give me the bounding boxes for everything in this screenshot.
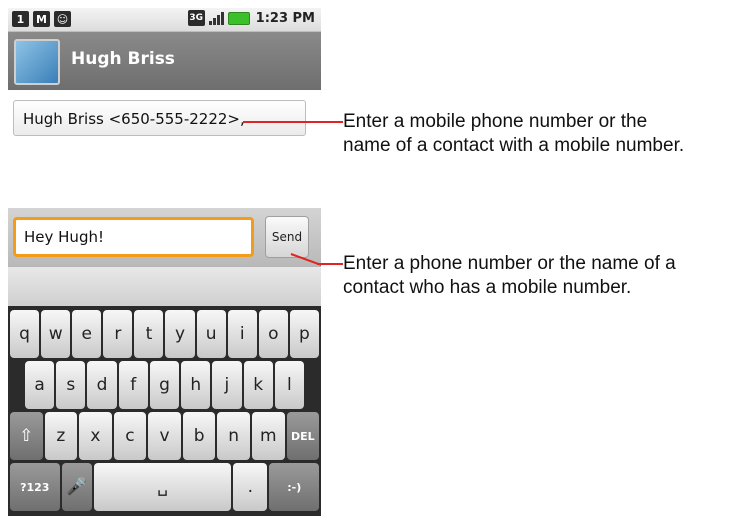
soft-keyboard: q w e r t y u i o p a s d f g h j k l ⇧ …	[8, 306, 321, 516]
send-button[interactable]: Send	[265, 216, 309, 258]
notification-icon: 1	[12, 11, 29, 27]
period-key[interactable]: .	[233, 463, 268, 511]
compose-bar: Hey Hugh! Send	[8, 208, 321, 266]
message-icon: ☺	[54, 11, 71, 27]
key-w[interactable]: w	[41, 310, 71, 358]
delete-key[interactable]: DEL	[286, 412, 320, 460]
key-v[interactable]: v	[148, 412, 181, 460]
key-u[interactable]: u	[196, 310, 226, 358]
key-h[interactable]: h	[181, 361, 211, 409]
phone-screen: 1 M ☺ 3G 1:23 PM Hugh Briss Hugh Briss <…	[8, 8, 321, 516]
message-input[interactable]: Hey Hugh!	[13, 217, 254, 257]
clock: 1:23 PM	[255, 10, 315, 26]
key-q[interactable]: q	[10, 310, 40, 358]
recipient-callout-line2: name of a contact with a mobile number.	[343, 135, 685, 156]
microphone-icon[interactable]: 🎤	[61, 463, 93, 511]
shift-key-icon[interactable]: ⇧	[10, 412, 43, 460]
key-n[interactable]: n	[217, 412, 250, 460]
key-j[interactable]: j	[212, 361, 242, 409]
key-f[interactable]: f	[118, 361, 148, 409]
key-z[interactable]: z	[44, 412, 78, 460]
key-i[interactable]: i	[227, 310, 257, 358]
key-c[interactable]: c	[113, 412, 147, 460]
network-3g-icon: 3G	[187, 10, 205, 26]
key-k[interactable]: k	[243, 361, 273, 409]
key-o[interactable]: o	[258, 310, 288, 358]
smiley-key[interactable]: :-)	[269, 463, 320, 511]
contact-name-title: Hugh Briss	[71, 49, 175, 69]
key-x[interactable]: x	[79, 412, 112, 460]
contact-avatar[interactable]	[14, 39, 60, 85]
key-t[interactable]: t	[134, 310, 164, 358]
recipient-callout-line1: Enter a mobile phone number or the	[343, 111, 648, 132]
send-callout-line1: Enter a phone number or the name of a	[343, 253, 676, 274]
send-callout-text: Enter a phone number or the name of a co…	[343, 252, 723, 300]
status-bar: 1 M ☺ 3G 1:23 PM	[8, 8, 321, 32]
recipient-callout-line	[243, 121, 343, 123]
key-a[interactable]: a	[25, 361, 55, 409]
key-y[interactable]: y	[165, 310, 195, 358]
battery-icon	[227, 11, 250, 25]
key-e[interactable]: e	[72, 310, 102, 358]
key-d[interactable]: d	[87, 361, 117, 409]
key-b[interactable]: b	[182, 412, 216, 460]
suggestion-bar	[8, 266, 321, 307]
key-l[interactable]: l	[274, 361, 304, 409]
symbols-mode-key[interactable]: ?123	[10, 463, 60, 511]
key-g[interactable]: g	[149, 361, 180, 409]
key-p[interactable]: p	[289, 310, 319, 358]
key-m[interactable]: m	[251, 412, 285, 460]
space-key[interactable]: ␣	[94, 463, 232, 511]
conversation-title-bar: Hugh Briss	[8, 32, 321, 90]
send-callout-line2: contact who has a mobile number.	[343, 277, 632, 298]
recipient-area: Hugh Briss <650-555-2222>,	[8, 90, 321, 208]
key-r[interactable]: r	[103, 310, 133, 358]
key-s[interactable]: s	[56, 361, 86, 409]
recipient-field[interactable]: Hugh Briss <650-555-2222>,	[13, 100, 306, 136]
signal-icon	[208, 11, 224, 25]
gmail-icon: M	[33, 11, 50, 27]
recipient-callout-text: Enter a mobile phone number or the name …	[343, 110, 723, 158]
